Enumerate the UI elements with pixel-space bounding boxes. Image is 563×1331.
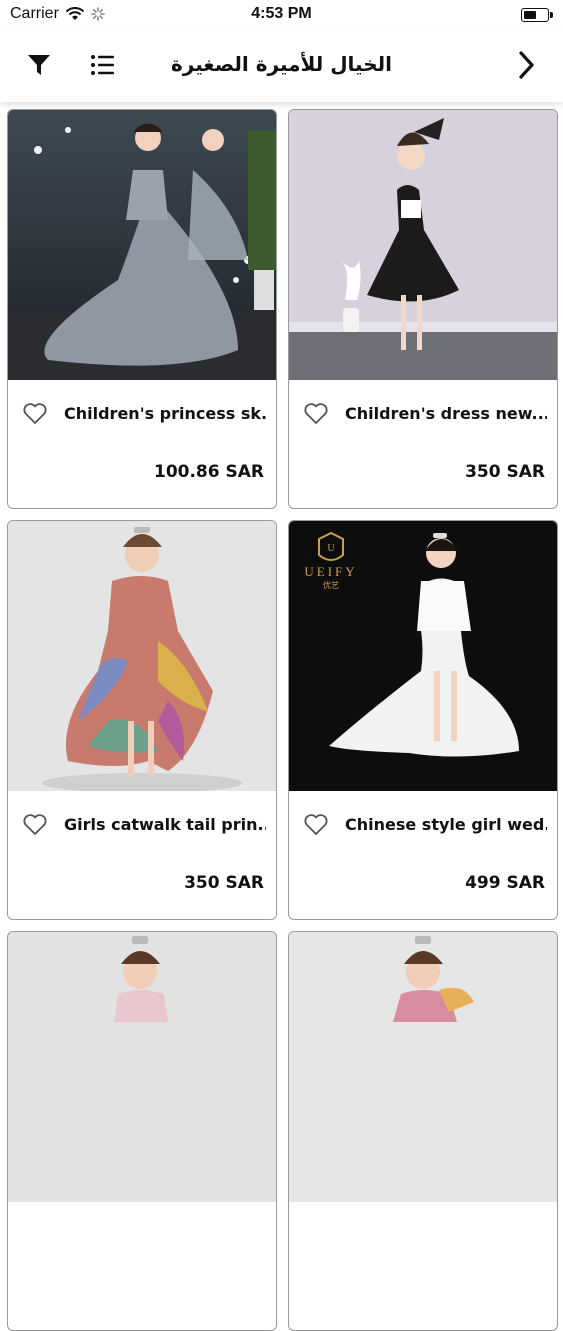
product-price: 350 SAR [184,873,264,893]
product-grid: Children's princess sk... 100.86 SAR Chi… [0,102,563,1331]
chevron-right-icon[interactable] [511,50,541,80]
heart-icon[interactable] [303,813,329,837]
product-name[interactable]: Children's princess sk... [64,404,266,423]
product-image[interactable] [289,932,557,1202]
svg-text:U: U [327,543,335,554]
product-card[interactable]: Girls catwalk tail prin... 350 SAR [7,520,277,920]
product-name[interactable]: Girls catwalk tail prin... [64,815,266,834]
product-card[interactable] [7,931,277,1331]
status-bar: Carrier 4:53 PM [0,0,563,30]
heart-icon[interactable] [22,402,48,426]
product-name[interactable]: Chinese style girl wed... [345,815,547,834]
svg-text:优艺: 优艺 [323,580,339,590]
navigation-bar: الخيال للأميرة الصغيرة [0,30,563,102]
product-price: 350 SAR [465,462,545,482]
product-card[interactable]: U UEIFY 优艺 Chinese style girl wed... 499… [288,520,558,920]
product-image[interactable] [8,521,276,791]
page-title: الخيال للأميرة الصغيرة [171,52,392,76]
product-card[interactable]: Children's princess sk... 100.86 SAR [7,109,277,509]
product-image[interactable]: U UEIFY 优艺 [289,521,557,791]
status-time: 4:53 PM [251,5,312,22]
product-name[interactable]: Children's dress new... [345,404,547,423]
product-image[interactable] [289,110,557,380]
product-price: 100.86 SAR [153,462,264,482]
product-card[interactable] [288,931,558,1331]
product-image[interactable] [8,932,276,1202]
heart-icon[interactable] [303,402,329,426]
product-card[interactable]: Children's dress new... 350 SAR [288,109,558,509]
battery-icon [521,8,553,22]
product-image[interactable] [8,110,276,380]
svg-text:UEIFY: UEIFY [304,564,357,579]
product-price: 499 SAR [465,873,545,893]
heart-icon[interactable] [22,813,48,837]
